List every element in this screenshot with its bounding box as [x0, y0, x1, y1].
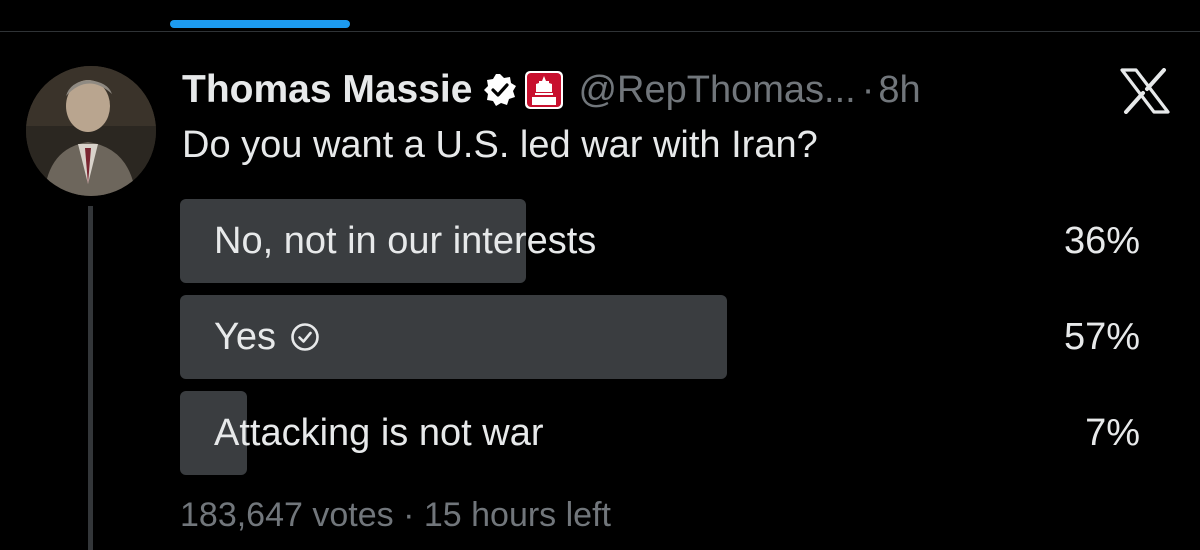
poll-option-label: Attacking is not war: [214, 391, 543, 475]
poll-option-label: No, not in our interests: [214, 199, 596, 283]
tweet-text: Do you want a U.S. led war with Iran?: [182, 124, 818, 166]
author-name[interactable]: Thomas Massie: [182, 68, 472, 112]
poll-option-text: No, not in our interests: [214, 219, 597, 262]
author-handle[interactable]: @RepThomas...: [578, 69, 855, 112]
poll-option-percent: 36%: [1063, 219, 1140, 262]
poll-option-label: Yes: [214, 295, 320, 379]
header-separator: ·: [861, 68, 875, 111]
poll-option-percent: 57%: [1063, 315, 1140, 358]
poll-option[interactable]: Attacking is not war 7%: [180, 391, 1140, 475]
poll-option-text: Yes: [214, 315, 276, 358]
poll-footer-separator: ·: [403, 496, 415, 534]
poll-option-percent: 7%: [1085, 411, 1140, 454]
poll-vote-count: 183,647 votes: [180, 496, 394, 534]
thread-line: [88, 206, 93, 550]
active-tab-indicator: [170, 20, 350, 28]
poll-option-text: Attacking is not war: [214, 411, 544, 454]
x-logo-icon: [1120, 68, 1170, 114]
poll-footer: 183,647 votes · 15 hours left: [180, 496, 611, 535]
tweet-timestamp[interactable]: 8h: [878, 69, 920, 112]
house-gop-badge-icon[interactable]: [524, 70, 564, 110]
poll-option[interactable]: Yes 57%: [180, 295, 1140, 379]
top-divider: [0, 31, 1200, 32]
verified-badge-icon: [482, 72, 518, 108]
tweet-header: Thomas Massie @RepThomas... · 8h: [182, 62, 921, 118]
poll-time-left: 15 hours left: [423, 496, 611, 534]
poll-option[interactable]: No, not in our interests 36%: [180, 199, 1140, 283]
avatar[interactable]: [26, 66, 156, 196]
voted-check-icon: [290, 322, 320, 352]
